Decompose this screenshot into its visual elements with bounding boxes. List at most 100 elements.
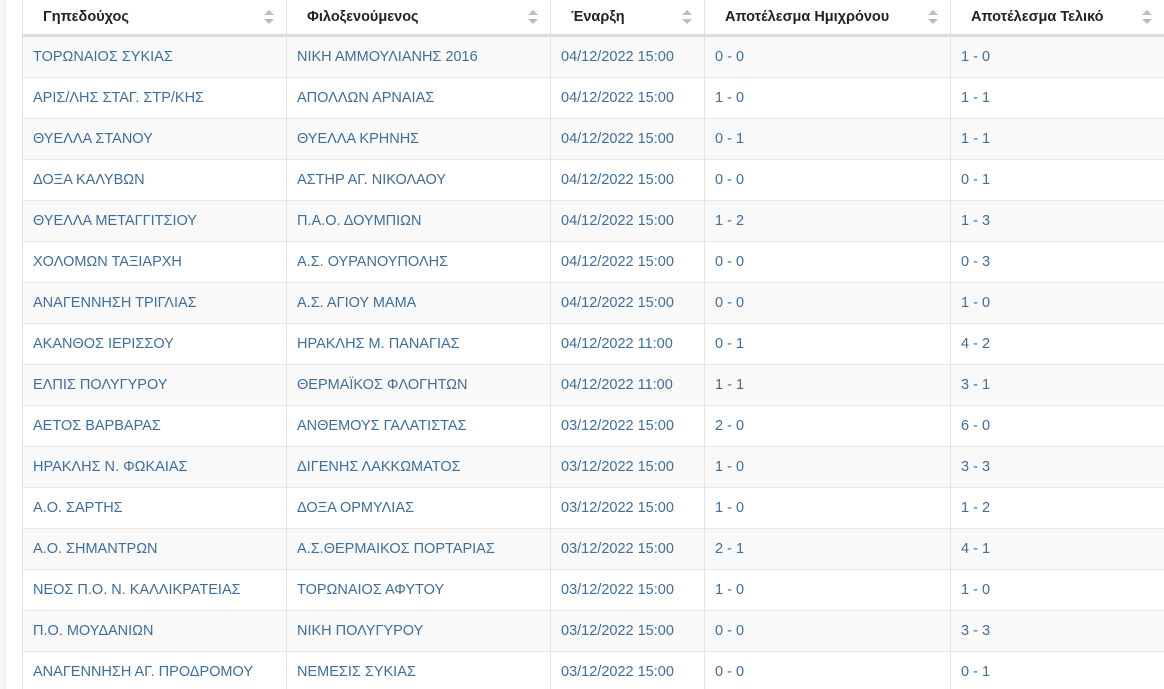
halftime-score-cell: 1 - 0 xyxy=(704,487,951,529)
table-row[interactable]: Α.Ο. ΣΑΡΤΗΣ ΔΟΞΑ ΟΡΜΥΛΙΑΣ 03/12/2022 15:00… xyxy=(22,487,1164,529)
home-team-cell: ΑΚΑΝΘΟΣ ΙΕΡΙΣΣΟΥ xyxy=(22,323,287,365)
halftime-score-cell: 1 - 0 xyxy=(704,569,951,611)
column-header-label: Αποτέλεσμα Ημιχρόνου xyxy=(725,9,890,25)
start-time-cell: 04/12/2022 11:00 xyxy=(550,323,705,365)
halftime-score-cell: 0 - 0 xyxy=(704,35,951,78)
column-header-label: Φιλοξενούμενος xyxy=(307,9,419,25)
halftime-score-cell: 1 - 0 xyxy=(704,77,951,119)
table-row[interactable]: ΑΕΤΟΣ ΒΑΡΒΑΡΑΣ ΑΝΘΕΜΟΥΣ ΓΑΛΑΤΙΣΤΑΣ 03/12/2… xyxy=(22,405,1164,447)
page: Γηπεδούχος Φιλοξενούμενος Έναρξη Αποτέλε… xyxy=(0,0,1164,689)
sort-icon[interactable] xyxy=(928,10,938,24)
halftime-score-cell: 0 - 1 xyxy=(704,323,951,365)
table-row[interactable]: ΘΥΕΛΛΑ ΜΕΤΑΓΓΙΤΣΙΟΥ Π.Α.Ο. ΔΟΥΜΠΙΩΝ 04/12/… xyxy=(22,200,1164,242)
halftime-score-cell: 2 - 0 xyxy=(704,405,951,447)
table-row[interactable]: Π.Ο. ΜΟΥΔΑΝΙΩΝ ΝΙΚΗ ΠΟΛΥΓΥΡΟΥ 03/12/2022 1… xyxy=(22,610,1164,652)
final-score-cell: 3 - 3 xyxy=(950,610,1164,652)
table-row[interactable]: Α.Ο. ΣΗΜΑΝΤΡΩΝ Α.Σ.ΘΕΡΜΑΙΚΟΣ ΠΟΡΤΑΡΙΑΣ 03/… xyxy=(22,528,1164,570)
away-team-cell: ΝΙΚΗ ΑΜΜΟΥΛΙΑΝΗΣ 2016 xyxy=(286,35,551,78)
table-row[interactable]: ΝΕΟΣ Π.Ο. Ν. ΚΑΛΛΙΚΡΑΤΕΙΑΣ ΤΟΡΩΝΑΙΟΣ ΑΦΥΤ… xyxy=(22,569,1164,611)
sort-icon[interactable] xyxy=(528,10,538,24)
start-time-cell: 04/12/2022 15:00 xyxy=(550,159,705,201)
table-row[interactable]: ΑΝΑΓΕΝΝΗΣΗ ΤΡΙΓΛΙΑΣ Α.Σ. ΑΓΙΟΥ ΜΑΜΑ 04/12/… xyxy=(22,282,1164,324)
halftime-score-cell: 1 - 2 xyxy=(704,200,951,242)
final-score-cell: 1 - 3 xyxy=(950,200,1164,242)
sort-icon[interactable] xyxy=(682,10,692,24)
away-team-cell: ΑΠΟΛΛΩΝ ΑΡΝΑΙΑΣ xyxy=(286,77,551,119)
away-team-cell: ΔΟΞΑ ΟΡΜΥΛΙΑΣ xyxy=(286,487,551,529)
home-team-cell: ΑΕΤΟΣ ΒΑΡΒΑΡΑΣ xyxy=(22,405,287,447)
start-time-cell: 03/12/2022 15:00 xyxy=(550,528,705,570)
final-score-cell: 0 - 3 xyxy=(950,241,1164,283)
halftime-score-cell: 1 - 1 xyxy=(704,364,951,406)
final-score-cell: 3 - 1 xyxy=(950,364,1164,406)
start-time-cell: 03/12/2022 15:00 xyxy=(550,446,705,488)
home-team-cell: ΑΝΑΓΕΝΝΗΣΗ ΤΡΙΓΛΙΑΣ xyxy=(22,282,287,324)
table-row[interactable]: ΤΟΡΩΝΑΙΟΣ ΣΥΚΙΑΣ ΝΙΚΗ ΑΜΜΟΥΛΙΑΝΗΣ 2016 04/… xyxy=(22,35,1164,78)
column-header-away[interactable]: Φιλοξενούμενος xyxy=(286,0,551,37)
start-time-cell: 04/12/2022 15:00 xyxy=(550,77,705,119)
away-team-cell: ΘΕΡΜΑΪΚΟΣ ΦΛΟΓΗΤΩΝ xyxy=(286,364,551,406)
final-score-cell: 1 - 0 xyxy=(950,35,1164,78)
column-header-label: Αποτέλεσμα Τελικό xyxy=(971,9,1104,25)
final-score-cell: 1 - 1 xyxy=(950,77,1164,119)
start-time-cell: 03/12/2022 15:00 xyxy=(550,487,705,529)
sort-icon[interactable] xyxy=(1142,10,1152,24)
table-body: ΤΟΡΩΝΑΙΟΣ ΣΥΚΙΑΣ ΝΙΚΗ ΑΜΜΟΥΛΙΑΝΗΣ 2016 04/… xyxy=(22,35,1164,689)
final-score-cell: 1 - 0 xyxy=(950,569,1164,611)
matches-table: Γηπεδούχος Φιλοξενούμενος Έναρξη Αποτέλε… xyxy=(22,0,1164,689)
column-header-halftime[interactable]: Αποτέλεσμα Ημιχρόνου xyxy=(704,0,951,37)
final-score-cell: 3 - 3 xyxy=(950,446,1164,488)
column-header-label: Έναρξη xyxy=(571,9,625,25)
final-score-cell: 1 - 1 xyxy=(950,118,1164,160)
home-team-cell: ΧΟΛΟΜΩΝ ΤΑΞΙΑΡΧΗ xyxy=(22,241,287,283)
final-score-cell: 4 - 1 xyxy=(950,528,1164,570)
column-header-home[interactable]: Γηπεδούχος xyxy=(22,0,287,37)
start-time-cell: 04/12/2022 15:00 xyxy=(550,35,705,78)
home-team-cell: ΘΥΕΛΛΑ ΜΕΤΑΓΓΙΤΣΙΟΥ xyxy=(22,200,287,242)
away-team-cell: ΘΥΕΛΛΑ ΚΡΗΝΗΣ xyxy=(286,118,551,160)
home-team-cell: ΔΟΞΑ ΚΑΛΥΒΩΝ xyxy=(22,159,287,201)
halftime-score-cell: 1 - 0 xyxy=(704,446,951,488)
left-edge xyxy=(0,0,6,689)
away-team-cell: Α.Σ. ΟΥΡΑΝΟΥΠΟΛΗΣ xyxy=(286,241,551,283)
start-time-cell: 03/12/2022 15:00 xyxy=(550,651,705,689)
final-score-cell: 1 - 2 xyxy=(950,487,1164,529)
away-team-cell: ΔΙΓΕΝΗΣ ΛΑΚΚΩΜΑΤΟΣ xyxy=(286,446,551,488)
halftime-score-cell: 0 - 1 xyxy=(704,118,951,160)
table-row[interactable]: ΘΥΕΛΛΑ ΣΤΑΝΟΥ ΘΥΕΛΛΑ ΚΡΗΝΗΣ 04/12/2022 15:… xyxy=(22,118,1164,160)
table-row[interactable]: ΧΟΛΟΜΩΝ ΤΑΞΙΑΡΧΗ Α.Σ. ΟΥΡΑΝΟΥΠΟΛΗΣ 04/12/2… xyxy=(22,241,1164,283)
table-row[interactable]: ΗΡΑΚΛΗΣ Ν. ΦΩΚΑΙΑΣ ΔΙΓΕΝΗΣ ΛΑΚΚΩΜΑΤΟΣ 03/1… xyxy=(22,446,1164,488)
final-score-cell: 0 - 1 xyxy=(950,159,1164,201)
start-time-cell: 03/12/2022 15:00 xyxy=(550,610,705,652)
table-row[interactable]: ΑΝΑΓΕΝΝΗΣΗ ΑΓ. ΠΡΟΔΡΟΜΟΥ ΝΕΜΕΣΙΣ ΣΥΚΙΑΣ 03… xyxy=(22,651,1164,689)
start-time-cell: 04/12/2022 11:00 xyxy=(550,364,705,406)
away-team-cell: Α.Σ.ΘΕΡΜΑΙΚΟΣ ΠΟΡΤΑΡΙΑΣ xyxy=(286,528,551,570)
home-team-cell: ΑΡΙΣ/ΛΗΣ ΣΤΑΓ. ΣΤΡ/ΚΗΣ xyxy=(22,77,287,119)
home-team-cell: ΤΟΡΩΝΑΙΟΣ ΣΥΚΙΑΣ xyxy=(22,35,287,78)
halftime-score-cell: 0 - 0 xyxy=(704,282,951,324)
halftime-score-cell: 2 - 1 xyxy=(704,528,951,570)
home-team-cell: ΗΡΑΚΛΗΣ Ν. ΦΩΚΑΙΑΣ xyxy=(22,446,287,488)
halftime-score-cell: 0 - 0 xyxy=(704,610,951,652)
column-header-label: Γηπεδούχος xyxy=(43,9,129,25)
final-score-cell: 6 - 0 xyxy=(950,405,1164,447)
table-row[interactable]: ΑΚΑΝΘΟΣ ΙΕΡΙΣΣΟΥ ΗΡΑΚΛΗΣ Μ. ΠΑΝΑΓΙΑΣ 04/12… xyxy=(22,323,1164,365)
start-time-cell: 03/12/2022 15:00 xyxy=(550,569,705,611)
start-time-cell: 04/12/2022 15:00 xyxy=(550,118,705,160)
table-row[interactable]: ΕΛΠΙΣ ΠΟΛΥΓΥΡΟΥ ΘΕΡΜΑΪΚΟΣ ΦΛΟΓΗΤΩΝ 04/12/2… xyxy=(22,364,1164,406)
home-team-cell: ΘΥΕΛΛΑ ΣΤΑΝΟΥ xyxy=(22,118,287,160)
final-score-cell: 4 - 2 xyxy=(950,323,1164,365)
home-team-cell: Π.Ο. ΜΟΥΔΑΝΙΩΝ xyxy=(22,610,287,652)
home-team-cell: ΑΝΑΓΕΝΝΗΣΗ ΑΓ. ΠΡΟΔΡΟΜΟΥ xyxy=(22,651,287,689)
table-row[interactable]: ΔΟΞΑ ΚΑΛΥΒΩΝ ΑΣΤΗΡ ΑΓ. ΝΙΚΟΛΑΟΥ 04/12/2022… xyxy=(22,159,1164,201)
away-team-cell: ΝΙΚΗ ΠΟΛΥΓΥΡΟΥ xyxy=(286,610,551,652)
sort-icon[interactable] xyxy=(264,10,274,24)
table-header: Γηπεδούχος Φιλοξενούμενος Έναρξη Αποτέλε… xyxy=(22,0,1164,37)
table-row[interactable]: ΑΡΙΣ/ΛΗΣ ΣΤΑΓ. ΣΤΡ/ΚΗΣ ΑΠΟΛΛΩΝ ΑΡΝΑΙΑΣ 04/… xyxy=(22,77,1164,119)
column-header-final[interactable]: Αποτέλεσμα Τελικό xyxy=(950,0,1164,37)
home-team-cell: ΕΛΠΙΣ ΠΟΛΥΓΥΡΟΥ xyxy=(22,364,287,406)
home-team-cell: ΝΕΟΣ Π.Ο. Ν. ΚΑΛΛΙΚΡΑΤΕΙΑΣ xyxy=(22,569,287,611)
header-row: Γηπεδούχος Φιλοξενούμενος Έναρξη Αποτέλε… xyxy=(22,0,1164,37)
column-header-start[interactable]: Έναρξη xyxy=(550,0,705,37)
away-team-cell: ΗΡΑΚΛΗΣ Μ. ΠΑΝΑΓΙΑΣ xyxy=(286,323,551,365)
